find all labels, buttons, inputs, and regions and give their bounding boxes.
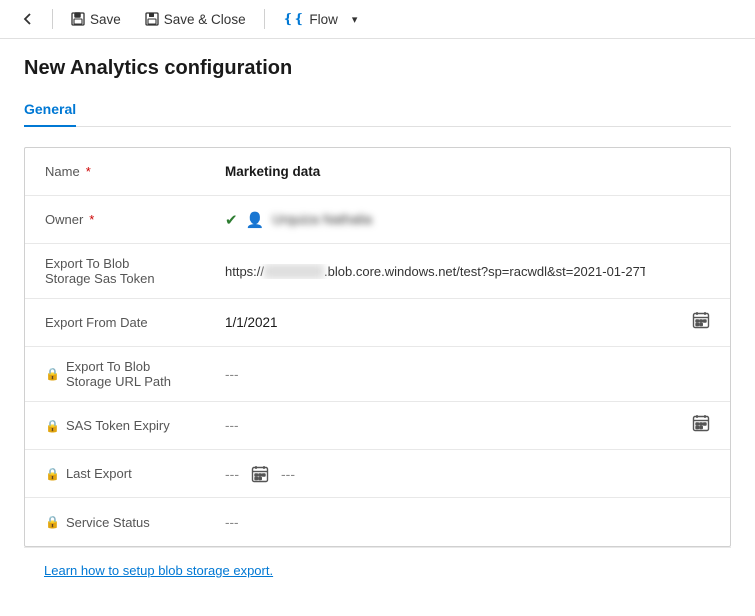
url-path-value-text: --- — [225, 367, 239, 382]
label-token-expiry-text: SAS Token Expiry — [66, 418, 170, 433]
flow-dropdown-button[interactable]: ▾ — [348, 8, 362, 31]
export-date-value-text: 1/1/2021 — [225, 315, 278, 330]
value-export-date: 1/1/2021 — [225, 315, 692, 330]
flow-group: ❴❴ Flow ▾ — [273, 6, 362, 32]
token-expiry-calendar-icon — [692, 414, 710, 432]
field-row-last-export: 🔒 Last Export --- --- — [25, 450, 730, 498]
last-export-value1: --- — [225, 466, 239, 482]
value-sas-token: https:// .blob.core.windows.net/test?sp=… — [225, 264, 645, 279]
field-row-name: Name * Marketing data — [25, 148, 730, 196]
name-value-text: Marketing data — [225, 164, 320, 179]
save-icon — [71, 12, 85, 26]
tab-general[interactable]: General — [24, 93, 76, 127]
token-expiry-value-text: --- — [225, 418, 239, 433]
token-expiry-calendar-button[interactable] — [692, 414, 710, 437]
owner-value-text: Urquiza Nathalia — [272, 212, 372, 227]
label-owner-text: Owner — [45, 212, 83, 227]
toolbar-divider-1 — [52, 9, 53, 29]
save-close-button[interactable]: Save & Close — [135, 7, 256, 32]
save-label: Save — [90, 12, 121, 27]
label-service-status-text: Service Status — [66, 515, 150, 530]
flow-icon: ❴❴ — [283, 11, 305, 27]
lock-icon-url-path: 🔒 — [45, 367, 60, 381]
value-url-path: --- — [225, 367, 710, 382]
label-last-export-text: Last Export — [66, 466, 132, 481]
toolbar: Save Save & Close ❴❴ Flow ▾ — [0, 0, 755, 39]
sas-token-value-text: https:// .blob.core.windows.net/test?sp=… — [225, 264, 645, 279]
label-last-export: 🔒 Last Export — [45, 466, 225, 481]
calendar-icon — [692, 311, 710, 329]
required-star-owner: * — [89, 212, 94, 227]
flow-label: Flow — [309, 12, 338, 27]
field-row-owner: Owner * ✔ 👤 Urquiza Nathalia — [25, 196, 730, 244]
save-close-label: Save & Close — [164, 12, 246, 27]
flow-dropdown-arrow: ▾ — [352, 14, 358, 26]
label-export-date: Export From Date — [45, 315, 225, 330]
last-export-calendar-icon — [251, 465, 269, 483]
label-url-path-text: Export To BlobStorage URL Path — [66, 359, 171, 389]
value-name: Marketing data — [225, 164, 710, 179]
field-row-sas-token: Export To BlobStorage Sas Token https://… — [25, 244, 730, 299]
learn-link-row: Learn how to setup blob storage export. — [24, 547, 731, 592]
required-star-name: * — [86, 164, 91, 179]
value-owner: ✔ 👤 Urquiza Nathalia — [225, 211, 710, 229]
lock-icon-service-status: 🔒 — [45, 515, 60, 529]
person-icon: 👤 — [246, 211, 265, 229]
green-check-icon: ✔ — [225, 211, 238, 229]
field-row-export-date: Export From Date 1/1/2021 — [25, 299, 730, 347]
label-sas-token: Export To BlobStorage Sas Token — [45, 256, 225, 286]
label-service-status: 🔒 Service Status — [45, 515, 225, 530]
label-name: Name * — [45, 164, 225, 179]
label-sas-token-text: Export To BlobStorage Sas Token — [45, 256, 155, 286]
value-token-expiry: --- — [225, 418, 692, 433]
page-content: New Analytics configuration General Name… — [0, 39, 755, 616]
service-status-value-text: --- — [225, 515, 239, 530]
lock-icon-token-expiry: 🔒 — [45, 419, 60, 433]
value-service-status: --- — [225, 515, 710, 530]
save-button[interactable]: Save — [61, 7, 131, 32]
lock-icon-last-export: 🔒 — [45, 467, 60, 481]
tabs: General — [24, 92, 731, 127]
form-container: Name * Marketing data Owner * ✔ 👤 Urquiz… — [24, 147, 731, 547]
toolbar-divider-2 — [264, 9, 265, 29]
label-name-text: Name — [45, 164, 80, 179]
export-date-calendar-button[interactable] — [692, 311, 710, 334]
label-export-date-text: Export From Date — [45, 315, 148, 330]
label-token-expiry: 🔒 SAS Token Expiry — [45, 418, 225, 433]
last-export-value2: --- — [281, 466, 295, 482]
field-row-url-path: 🔒 Export To BlobStorage URL Path --- — [25, 347, 730, 402]
save-close-icon — [145, 12, 159, 26]
field-row-token-expiry: 🔒 SAS Token Expiry --- — [25, 402, 730, 450]
back-button[interactable] — [12, 6, 44, 32]
page-title: New Analytics configuration — [24, 57, 731, 80]
flow-button[interactable]: ❴❴ Flow — [273, 6, 348, 32]
label-url-path: 🔒 Export To BlobStorage URL Path — [45, 359, 225, 389]
field-row-service-status: 🔒 Service Status --- — [25, 498, 730, 546]
learn-link[interactable]: Learn how to setup blob storage export. — [44, 563, 273, 578]
value-last-export: --- --- — [225, 465, 710, 483]
label-owner: Owner * — [45, 212, 225, 227]
